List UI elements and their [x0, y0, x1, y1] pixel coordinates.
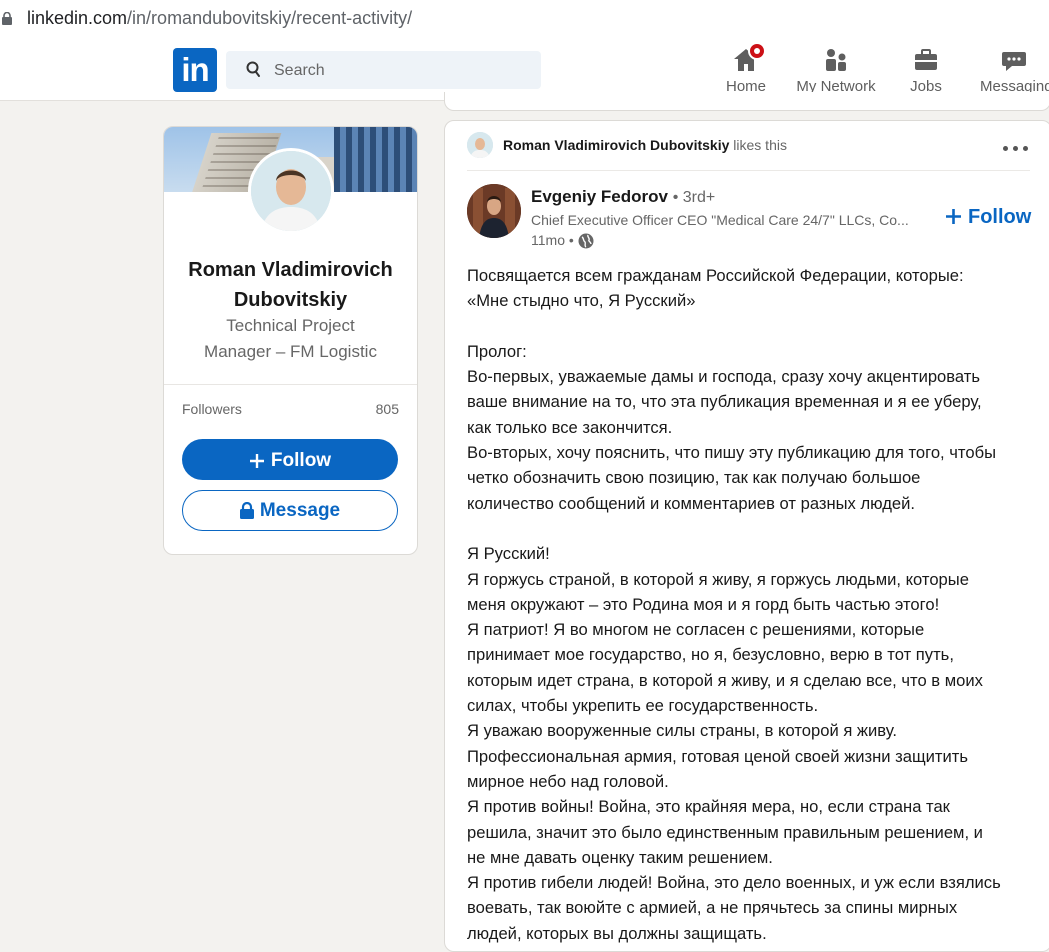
- message-button-label: Message: [259, 500, 341, 521]
- post-text-line: Во-первых, уважаемые дамы и господа, сра…: [467, 367, 981, 387]
- search-bar[interactable]: [226, 51, 541, 91]
- plus-icon: [249, 453, 264, 468]
- post-text-line: которым идет страна, в которой я живу, и…: [467, 670, 983, 690]
- author-name-text: Evgeniy Fedorov: [531, 187, 668, 206]
- nav-item-my-network[interactable]: My Network: [794, 44, 878, 96]
- post-text-line: Я против гибели людей! Война, это дело в…: [467, 873, 1001, 893]
- previous-post-card: [444, 92, 1049, 111]
- follow-button[interactable]: Follow: [182, 439, 398, 480]
- post-blank-line: [467, 516, 1037, 541]
- author-follow-label: Follow: [968, 206, 1032, 228]
- profile-headline: Technical Project Manager – FM Logistic: [204, 316, 377, 361]
- post-timestamp: 11mo •: [531, 232, 594, 249]
- chat-icon: [1001, 52, 1026, 71]
- post-time-text: 11mo •: [531, 232, 574, 248]
- post-blank-line: [467, 314, 1037, 339]
- message-button[interactable]: Message: [182, 490, 398, 531]
- post-text-line: Я уважаю вооруженные силы страны, в кото…: [467, 721, 897, 741]
- post-text-line: Я против войны! Война, это крайняя мера,…: [467, 797, 950, 817]
- post-text-line: решила, значит это было единственным пра…: [467, 822, 983, 842]
- profile-avatar[interactable]: [248, 148, 334, 234]
- post-text-line: Я патриот! Я во многом не согласен с реш…: [467, 620, 925, 640]
- connection-degree: • 3rd+: [672, 189, 716, 206]
- lock-icon: [2, 12, 12, 25]
- post-text-line: ваше внимание на то, что эта публикация …: [467, 392, 982, 412]
- notification-badge: [748, 42, 766, 60]
- post-text-line: воевать, так воюйте с армией, а не прячь…: [467, 898, 958, 918]
- post-text-line: Я Русский!: [467, 544, 550, 564]
- post-text-line: Во-вторых, хочу пояснить, что пишу эту п…: [467, 443, 996, 463]
- follow-button-label: Follow: [270, 450, 332, 471]
- nav-item-jobs[interactable]: Jobs: [906, 44, 946, 96]
- divider: [467, 170, 1030, 171]
- nav-item-home[interactable]: Home: [721, 42, 771, 96]
- post-text-line: людей, которых вы должны защищать.: [467, 923, 767, 943]
- url-path: /in/romandubovitskiy/recent-activity/: [127, 8, 413, 28]
- post-text-line: Профессиональная армия, готовая ценой св…: [467, 746, 969, 766]
- more-options-button[interactable]: [1001, 142, 1031, 156]
- post-text-line: Пролог:: [467, 341, 527, 361]
- post-text-line: меня окружают – это Родина моя и я горд …: [467, 594, 940, 614]
- author-avatar[interactable]: [467, 184, 521, 238]
- post-card: Roman Vladimirovich Dubovitskiy likes th…: [444, 120, 1049, 952]
- post-text-line: не мне давать оценку таким решением.: [467, 847, 773, 867]
- post-text-line: Я горжусь страной, в которой я живу, я г…: [467, 569, 969, 589]
- avatar-photo: [251, 151, 331, 231]
- post-body: Посвящается всем гражданам Российской Фе…: [467, 263, 1037, 946]
- author-avatar-photo: [467, 184, 521, 238]
- post-text-line: мирное небо над головой.: [467, 771, 669, 791]
- search-icon: [246, 61, 260, 77]
- post-text-line: принимает мое государство, но я, безусло…: [467, 645, 954, 665]
- profile-name[interactable]: Roman Vladimirovich Dubovitskiy: [164, 255, 417, 315]
- activity-action: likes this: [733, 137, 787, 153]
- author-name[interactable]: Evgeniy Fedorov • 3rd+: [531, 187, 715, 207]
- post-text-line: как только все закончится.: [467, 417, 673, 437]
- network-icon: [826, 49, 846, 71]
- divider: [164, 384, 417, 385]
- url-text[interactable]: linkedin.com/in/romandubovitskiy/recent-…: [27, 8, 412, 29]
- activity-avatar-photo: [467, 132, 493, 158]
- url-domain: linkedin.com: [27, 8, 128, 28]
- nav-item-messaging[interactable]: Messaging: [978, 44, 1049, 96]
- post-text-line: количество сообщений и комментариев от р…: [467, 493, 916, 513]
- search-input[interactable]: [272, 51, 526, 91]
- linkedin-logo[interactable]: in: [173, 48, 217, 92]
- profile-card: Roman Vladimirovich Dubovitskiy Technica…: [163, 126, 418, 555]
- followers-count: 805: [375, 401, 399, 417]
- author-follow-button[interactable]: Follow: [945, 206, 1031, 229]
- browser-url-bar[interactable]: linkedin.com/in/romandubovitskiy/recent-…: [0, 0, 1049, 39]
- lock-icon: [239, 502, 254, 520]
- post-text-line: Посвящается всем гражданам Российской Фе…: [467, 266, 964, 285]
- author-title: Chief Executive Officer CEO "Medical Car…: [531, 212, 909, 228]
- followers-label: Followers: [182, 401, 242, 417]
- activity-avatar[interactable]: [467, 132, 493, 158]
- briefcase-icon: [915, 49, 937, 70]
- activity-header: Roman Vladimirovich Dubovitskiy likes th…: [503, 137, 787, 153]
- activity-actor[interactable]: Roman Vladimirovich Dubovitskiy: [503, 137, 729, 153]
- globe-icon: [578, 233, 594, 249]
- post-text-line: силах, чтобы укрепить ее государственнос…: [467, 696, 819, 716]
- plus-icon: [946, 209, 961, 224]
- post-text-line: четко обозначить свою позицию, так как п…: [467, 468, 921, 488]
- post-text-line: «Мне стыдно что, Я Русский»: [467, 291, 696, 311]
